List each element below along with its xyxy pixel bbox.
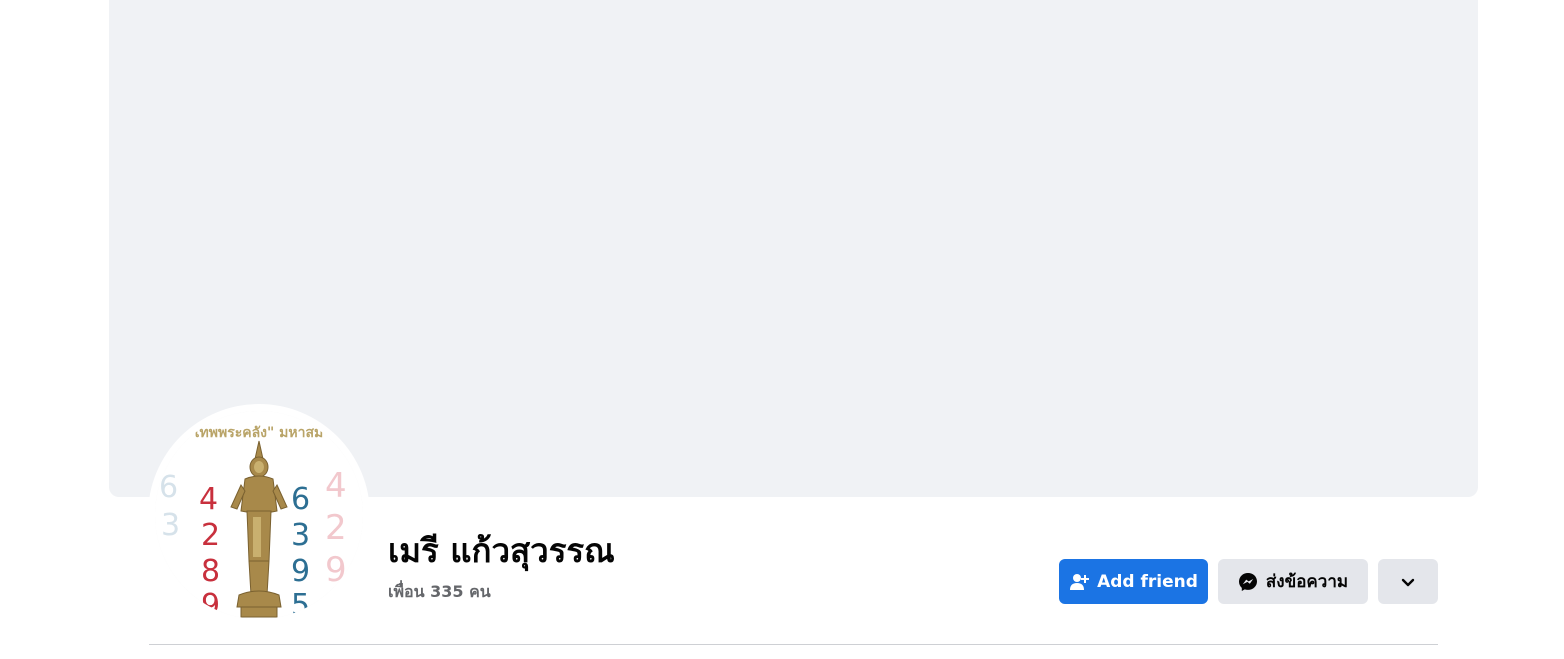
svg-text:3: 3 bbox=[291, 518, 310, 553]
svg-text:8: 8 bbox=[201, 554, 220, 589]
svg-text:6: 6 bbox=[159, 470, 178, 505]
svg-text:2: 2 bbox=[201, 518, 220, 553]
svg-text:2: 2 bbox=[325, 508, 347, 548]
message-label: ส่งข้อความ bbox=[1265, 572, 1349, 592]
avatar-caption: เทพพระคลัง" มหาสม bbox=[195, 425, 324, 441]
friends-count[interactable]: เพื่อน 335 คน bbox=[388, 580, 491, 604]
more-options-button[interactable] bbox=[1378, 559, 1438, 604]
svg-text:9: 9 bbox=[291, 554, 310, 589]
header-divider bbox=[149, 644, 1438, 645]
chevron-down-icon bbox=[1400, 574, 1416, 590]
avatar-image: เทพพระคลัง" มหาสม 6 3 4 2 8 9 6 3 9 5 4 … bbox=[155, 411, 363, 619]
add-friend-icon bbox=[1069, 572, 1090, 592]
profile-page: เทพพระคลัง" มหาสม 6 3 4 2 8 9 6 3 9 5 4 … bbox=[0, 0, 1564, 659]
message-button[interactable]: ส่งข้อความ bbox=[1218, 559, 1368, 604]
profile-name: เมรี แก้วสุวรรณ bbox=[388, 531, 615, 570]
svg-text:6: 6 bbox=[291, 482, 310, 517]
svg-text:4: 4 bbox=[199, 482, 218, 517]
add-friend-label: Add friend bbox=[1097, 571, 1198, 592]
svg-text:4: 4 bbox=[325, 466, 347, 506]
messenger-icon bbox=[1238, 572, 1258, 592]
add-friend-button[interactable]: Add friend bbox=[1059, 559, 1208, 604]
profile-avatar[interactable]: เทพพระคลัง" มหาสม 6 3 4 2 8 9 6 3 9 5 4 … bbox=[155, 411, 363, 619]
svg-text:3: 3 bbox=[161, 508, 180, 543]
